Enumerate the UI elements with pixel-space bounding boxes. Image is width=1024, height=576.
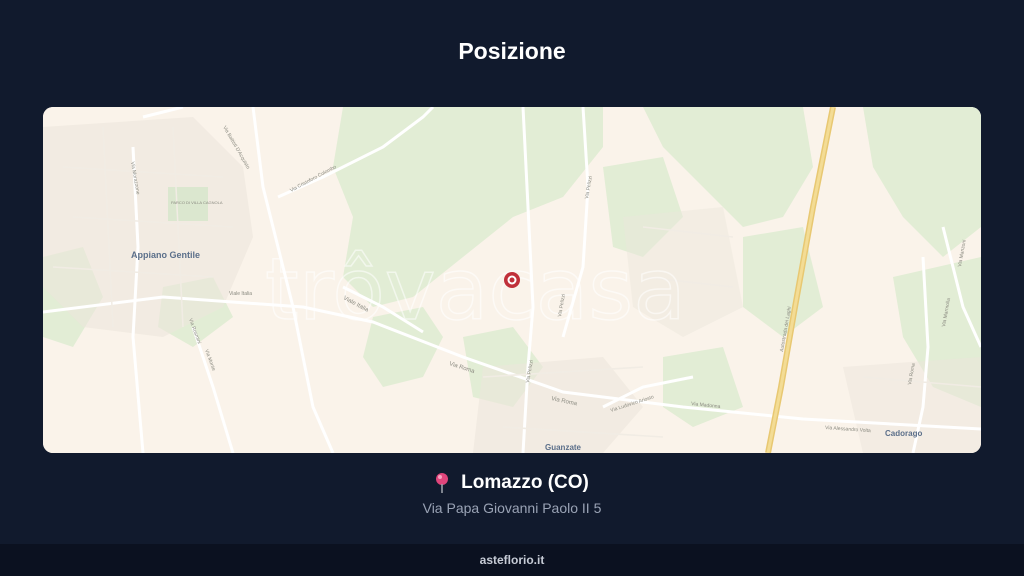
location-row: Lomazzo (CO) xyxy=(0,472,1024,494)
map-view[interactable]: trôvacasa Appiano Gentile Guanzate Cador… xyxy=(43,107,981,453)
watermark-logo: trôvacasa xyxy=(265,240,686,340)
place-label-appiano: Appiano Gentile xyxy=(131,250,200,260)
location-city: Lomazzo (CO) xyxy=(461,472,589,493)
footer-site-link[interactable]: asteflorio.it xyxy=(0,553,1024,567)
map-pin-icon xyxy=(435,472,449,494)
place-label-guanzate: Guanzate xyxy=(545,443,582,452)
page-title: Posizione xyxy=(458,38,566,64)
park-label: PARCO DI VILLA CAGNOLA xyxy=(171,200,223,205)
location-marker[interactable] xyxy=(504,272,520,288)
location-address: Via Papa Giovanni Paolo II 5 xyxy=(422,500,602,516)
street-label: Viale Italia xyxy=(229,291,252,297)
footer: asteflorio.it xyxy=(0,544,1024,576)
place-label-cadorago: Cadorago xyxy=(885,429,922,438)
map-canvas: trôvacasa Appiano Gentile Guanzate Cador… xyxy=(43,107,981,453)
